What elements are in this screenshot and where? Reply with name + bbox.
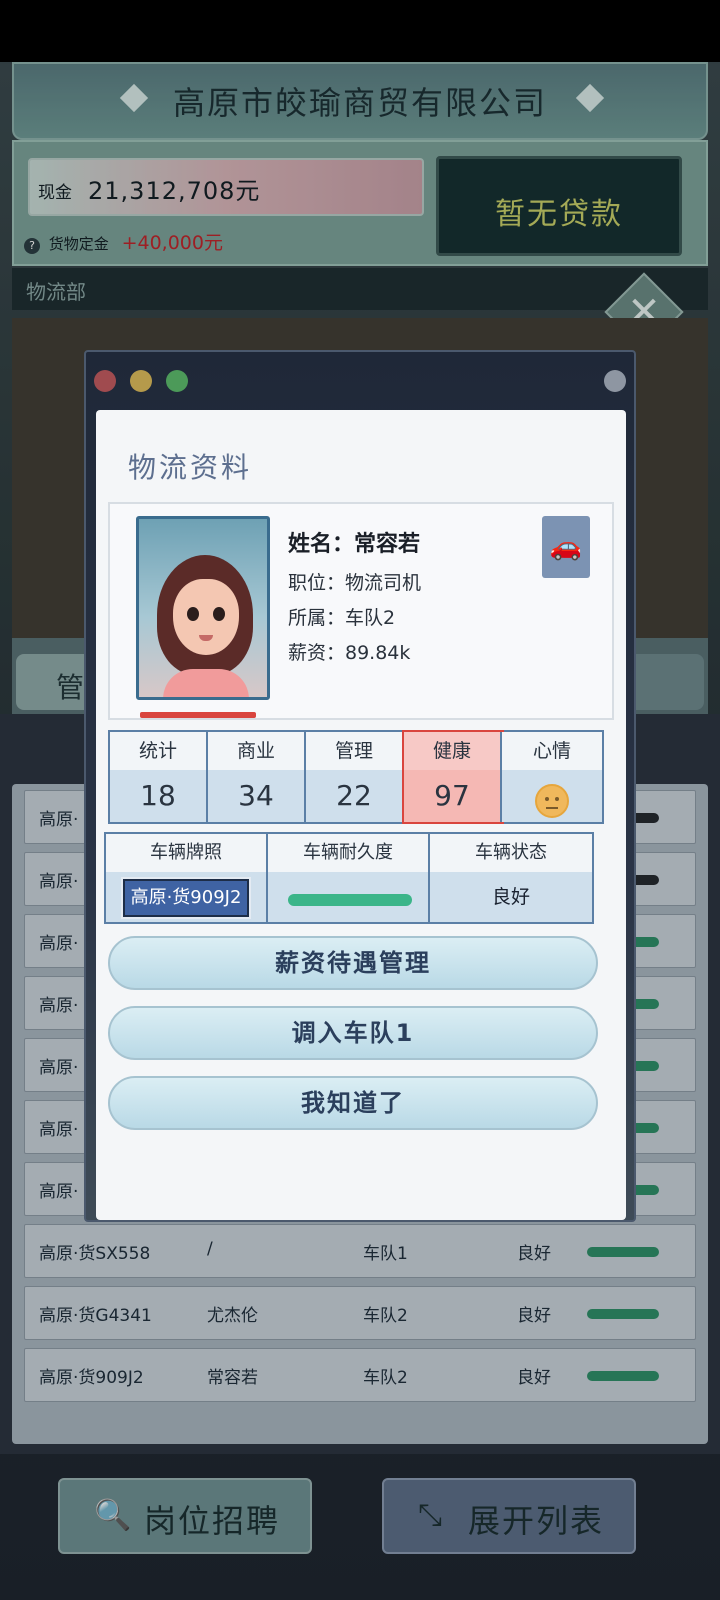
driver-salary: 薪资：89.84k — [288, 642, 411, 664]
window-dot-red-icon — [94, 370, 116, 392]
vehicle-table: 车辆牌照 高原·货909J2 车辆耐久度 车辆状态 良好 — [104, 832, 594, 924]
vehicle-status-label: 车辆状态 — [430, 834, 592, 872]
dialog-title: 物流资料 — [128, 451, 253, 484]
window-dot-yellow-icon — [130, 370, 152, 392]
window-dot-grey-icon — [604, 370, 626, 392]
stat-statistics: 统计 18 — [110, 732, 208, 822]
profile-box: 姓名：常容若 职位：物流司机 所属：车队2 薪资：89.84k 🚗 — [108, 502, 614, 720]
stat-label: 商业 — [208, 732, 304, 770]
vehicle-status-value: 良好 — [430, 872, 592, 922]
dialog-card: 物流资料 姓名：常容若 职位：物流司机 所属：车队2 薪资：89.84k 🚗 统… — [96, 410, 626, 1220]
vehicle-plate-col: 车辆牌照 高原·货909J2 — [106, 834, 268, 922]
stat-label: 健康 — [404, 732, 500, 770]
vehicle-plate-label: 车辆牌照 — [106, 834, 266, 872]
profile-info: 姓名：常容若 职位：物流司机 所属：车队2 薪资：89.84k — [288, 526, 421, 673]
stat-health: 健康 97 — [402, 730, 504, 824]
neutral-face-icon — [535, 784, 569, 818]
vehicle-plate-cell: 高原·货909J2 — [106, 872, 266, 922]
avatar-shirt — [163, 669, 249, 697]
salary-management-button[interactable]: 薪资待遇管理 — [108, 936, 598, 990]
avatar — [136, 516, 270, 700]
avatar-eye — [213, 607, 225, 621]
stat-value: 97 — [404, 770, 500, 822]
stat-value: 22 — [306, 770, 402, 822]
transfer-team-button[interactable]: 调入车队1 — [108, 1006, 598, 1060]
stat-label: 管理 — [306, 732, 402, 770]
stats-table: 统计 18 商业 34 管理 22 健康 97 心情 — [108, 730, 604, 824]
stat-management: 管理 22 — [306, 732, 404, 822]
vehicle-durability-label: 车辆耐久度 — [268, 834, 428, 872]
driver-name: 姓名：常容若 — [288, 532, 421, 557]
window-dot-green-icon — [166, 370, 188, 392]
durability-bar — [288, 894, 412, 906]
avatar-eye — [187, 607, 199, 621]
avatar-mouth — [199, 635, 213, 641]
driver-info-dialog: 物流资料 姓名：常容若 职位：物流司机 所属：车队2 薪资：89.84k 🚗 统… — [84, 350, 636, 1222]
acknowledge-button[interactable]: 我知道了 — [108, 1076, 598, 1130]
driver-team: 所属：车队2 — [288, 607, 396, 629]
vehicle-status-col: 车辆状态 良好 — [430, 834, 592, 922]
stat-business: 商业 34 — [208, 732, 306, 822]
driver-license-icon[interactable]: 🚗 — [542, 516, 590, 578]
stat-label: 统计 — [110, 732, 206, 770]
driver-position: 职位：物流司机 — [288, 572, 422, 594]
stat-value: 34 — [208, 770, 304, 822]
avatar-face — [173, 579, 239, 655]
health-strip — [140, 712, 256, 718]
vehicle-durability-col: 车辆耐久度 — [268, 834, 430, 922]
stat-mood-value — [502, 770, 602, 822]
vehicle-plate-value[interactable]: 高原·货909J2 — [120, 877, 252, 919]
stat-mood: 心情 — [502, 732, 602, 822]
stat-value: 18 — [110, 770, 206, 822]
stat-label: 心情 — [502, 732, 602, 770]
